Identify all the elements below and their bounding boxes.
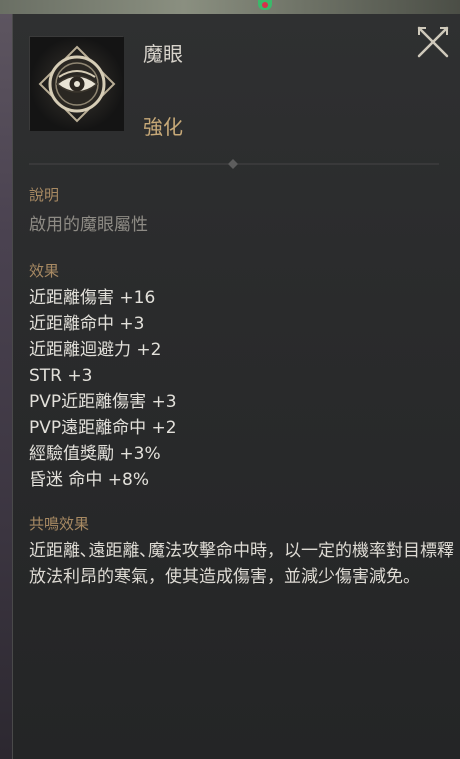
effect-line: 經驗值獎勵 +3% xyxy=(29,444,161,464)
effect-line: 近距離命中 +3 xyxy=(29,314,145,334)
effects-heading: 效果 xyxy=(29,262,60,280)
item-tooltip-panel: 魔眼 強化 說明 啟用的魔眼屬性 效果 近距離傷害 +16 近距離命中 +3 近… xyxy=(12,14,460,759)
eye-emblem-icon xyxy=(30,37,124,131)
item-icon-frame xyxy=(29,36,124,131)
effect-line: 昏迷 命中 +8% xyxy=(29,470,150,490)
background-scene xyxy=(0,0,460,14)
effect-line: 近距離傷害 +16 xyxy=(29,288,156,308)
effect-line: 近距離迴避力 +2 xyxy=(29,340,162,360)
effect-line: PVP遠距離命中 +2 xyxy=(29,418,177,438)
section-divider xyxy=(29,159,439,169)
background-scene-edge xyxy=(0,14,12,759)
resonance-text: 近距離､遠距離､魔法攻擊命中時，以一定的機率對目標釋放法利昂的寒氣，使其造成傷害… xyxy=(29,541,454,587)
description-heading: 說明 xyxy=(29,186,60,204)
description-text: 啟用的魔眼屬性 xyxy=(29,215,148,235)
effect-line: STR +3 xyxy=(29,366,93,386)
close-icon xyxy=(417,26,449,58)
effect-line: PVP近距離傷害 +3 xyxy=(29,392,177,412)
decor-berry xyxy=(262,2,268,8)
item-grade: 強化 xyxy=(143,115,183,139)
effects-list: 近距離傷害 +16 近距離命中 +3 近距離迴避力 +2 STR +3 PVP近… xyxy=(29,285,177,493)
resonance-heading: 共鳴效果 xyxy=(29,515,90,533)
item-name: 魔眼 xyxy=(143,42,183,66)
close-button[interactable] xyxy=(415,24,451,60)
